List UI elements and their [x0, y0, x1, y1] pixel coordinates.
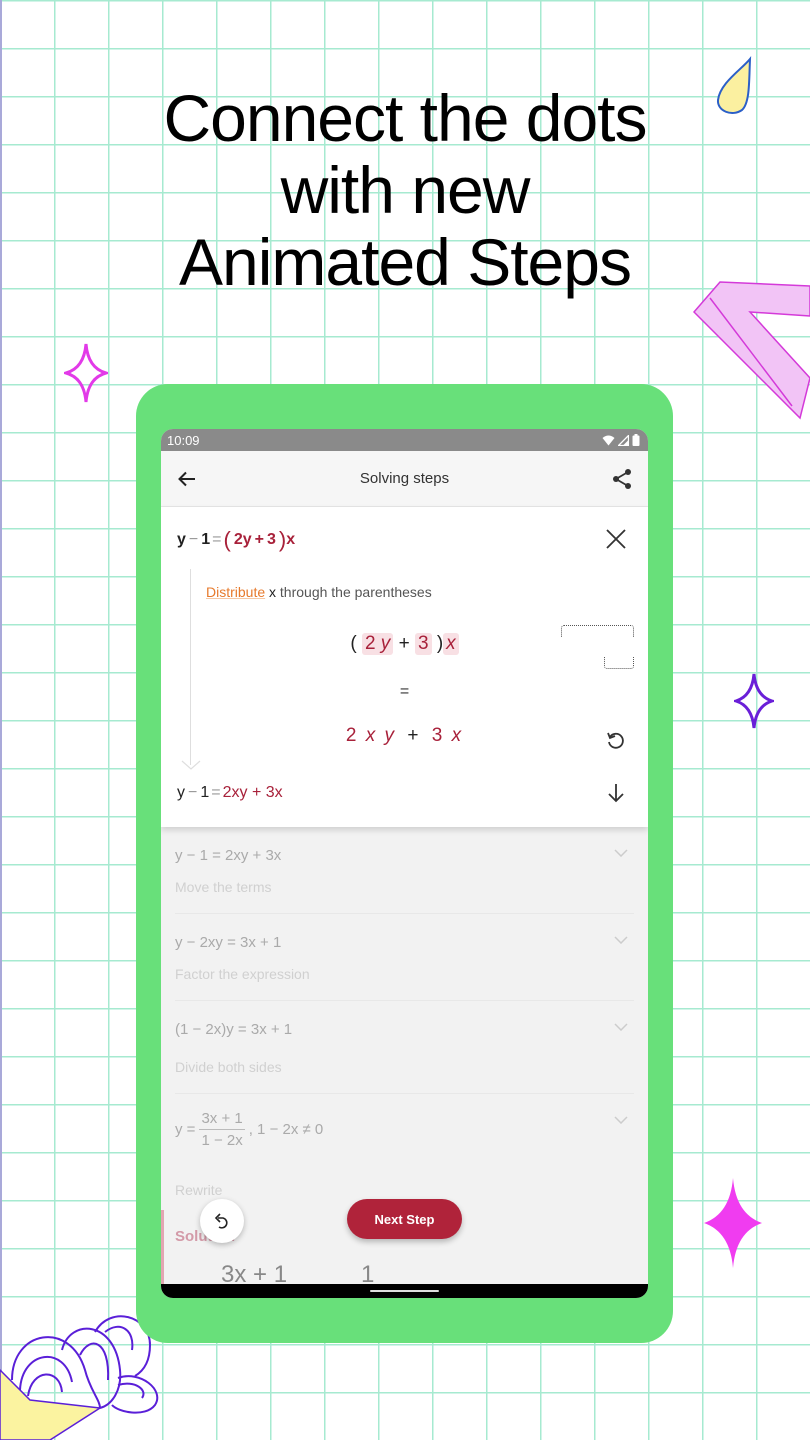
pink-chevron-decoration-icon	[692, 281, 810, 420]
next-step-button[interactable]: Next Step	[347, 1199, 462, 1239]
status-time: 10:09	[167, 432, 200, 448]
headline-line-1: Connect the dots	[163, 81, 648, 155]
result-t2-coef: 3	[431, 725, 445, 746]
anim-term-3: 3	[414, 633, 432, 655]
anim-plus: +	[398, 633, 410, 654]
current-equation: y − 1 = ( 2y + 3 ) x	[177, 527, 295, 553]
step-item[interactable]: y = 3x + 1 1 − 2x , 1 − 2x ≠ 0 Rewrite	[175, 1094, 634, 1214]
replay-animation-button[interactable]	[604, 729, 628, 753]
animated-expression: ( 2 y + 3 ) x	[161, 625, 648, 669]
step-description: Factor the expression	[175, 966, 310, 982]
result-t1-coef: 2	[345, 725, 359, 746]
share-button[interactable]	[610, 467, 634, 491]
anim-term1-var: y	[380, 633, 391, 654]
arrow-left-icon	[178, 471, 195, 486]
anim-equals: =	[399, 683, 410, 700]
result-plus: +	[407, 725, 421, 746]
anim-multiplier-x: x	[443, 633, 459, 655]
anim-term1-coef: 2	[364, 633, 376, 654]
step-eq-lhs: y =	[175, 1121, 196, 1138]
anim-result-expression: 2 x y + 3 x	[161, 725, 648, 747]
result-eq-rhs: 2xy + 3x	[222, 784, 283, 801]
result-t1-vars: x y	[365, 725, 397, 746]
headline-line-2: with new	[280, 153, 531, 227]
eq-one: 1	[201, 531, 211, 548]
result-eq-lhs: y	[177, 784, 185, 801]
undo-icon	[214, 1213, 228, 1229]
share-icon	[613, 468, 631, 489]
solution-accent-bar	[161, 1210, 164, 1285]
fraction-denominator: 1 − 2x	[201, 1132, 243, 1149]
chevron-down-icon	[614, 849, 628, 857]
step-instruction: Distribute x through the parentheses	[206, 584, 432, 600]
chevron-down-icon	[614, 1023, 628, 1031]
eq-open-paren: (	[223, 527, 231, 552]
close-icon	[606, 529, 626, 549]
timeline-arrow-down-icon	[181, 760, 201, 770]
active-step-card: y − 1 = ( 2y + 3 ) x Distribute x throug…	[161, 507, 648, 827]
replay-icon	[607, 732, 624, 749]
step-item[interactable]: y − 2xy = 3x + 1 Factor the expression	[175, 914, 634, 1001]
step-description: Rewrite	[175, 1182, 223, 1198]
instruction-variable: x	[269, 584, 277, 600]
eq-x: x	[286, 531, 296, 548]
result-t2-var: x	[451, 725, 464, 746]
eq-plus: +	[254, 531, 264, 548]
chevron-down-icon	[614, 936, 628, 944]
status-icons	[602, 434, 640, 446]
home-handle[interactable]	[370, 1290, 439, 1292]
eq-equals: =	[212, 531, 222, 548]
eq-lhs-y: y	[177, 531, 186, 548]
result-eq-one: 1	[200, 784, 210, 801]
step-equation: (1 − 2x)y = 3x + 1	[175, 1021, 293, 1038]
eq-term-2y: 2y	[233, 531, 252, 548]
headline-line-3: Animated Steps	[179, 225, 632, 299]
status-bar: 10:09	[161, 429, 648, 451]
undo-button[interactable]	[200, 1199, 244, 1243]
sparkle-outline-purple-icon	[734, 673, 774, 729]
distribute-connector-bottom	[604, 657, 635, 669]
step-description: Move the terms	[175, 879, 272, 895]
headline: Connect the dots with new Animated Steps	[0, 82, 810, 298]
instruction-keyword-link[interactable]: Distribute	[206, 584, 265, 600]
step-description: Divide both sides	[175, 1059, 282, 1075]
wifi-icon	[602, 435, 615, 445]
instruction-rest: through the parentheses	[279, 584, 432, 600]
battery-icon	[632, 434, 640, 446]
page-title: Solving steps	[359, 470, 450, 487]
eq-close-paren: )	[278, 527, 287, 552]
teardrop-decoration-icon	[717, 55, 752, 114]
distribute-connector-top	[561, 625, 635, 637]
eq-minus: −	[188, 531, 199, 548]
back-button[interactable]	[175, 467, 199, 491]
next-substep-button[interactable]	[604, 781, 628, 805]
sparkle-outline-pink-icon	[64, 343, 108, 403]
arrow-down-icon	[608, 784, 624, 803]
navigation-bar	[161, 1284, 648, 1298]
result-eq-equals: =	[211, 784, 221, 801]
anim-term-2y: 2 y	[361, 633, 394, 655]
sparkle-filled-pink-icon	[704, 1178, 762, 1268]
fraction-numerator: 3x + 1	[199, 1110, 245, 1130]
result-eq-minus: −	[188, 784, 198, 801]
app-bar: Solving steps	[161, 451, 648, 507]
fraction: 3x + 1 1 − 2x	[199, 1110, 245, 1149]
eq-three: 3	[266, 531, 276, 548]
step-item[interactable]: y − 1 = 2xy + 3x Move the terms	[175, 827, 634, 914]
app-screen: 10:09 Solving steps y − 1 = ( 2y + 3) x…	[161, 429, 648, 1298]
result-equation: y − 1 = 2xy + 3x	[177, 784, 283, 802]
signal-icon	[618, 434, 629, 446]
chevron-down-icon	[614, 1116, 628, 1124]
anim-open-paren: (	[350, 633, 357, 654]
step-item[interactable]: (1 − 2x)y = 3x + 1 Divide both sides	[175, 1001, 634, 1094]
step-equation: y − 1 = 2xy + 3x	[175, 847, 282, 864]
step-eq-condition: , 1 − 2x ≠ 0	[248, 1121, 324, 1138]
step-equation: y = 3x + 1 1 − 2x , 1 − 2x ≠ 0	[175, 1110, 323, 1149]
step-equation: y − 2xy = 3x + 1	[175, 934, 282, 951]
close-step-button[interactable]	[604, 527, 628, 551]
